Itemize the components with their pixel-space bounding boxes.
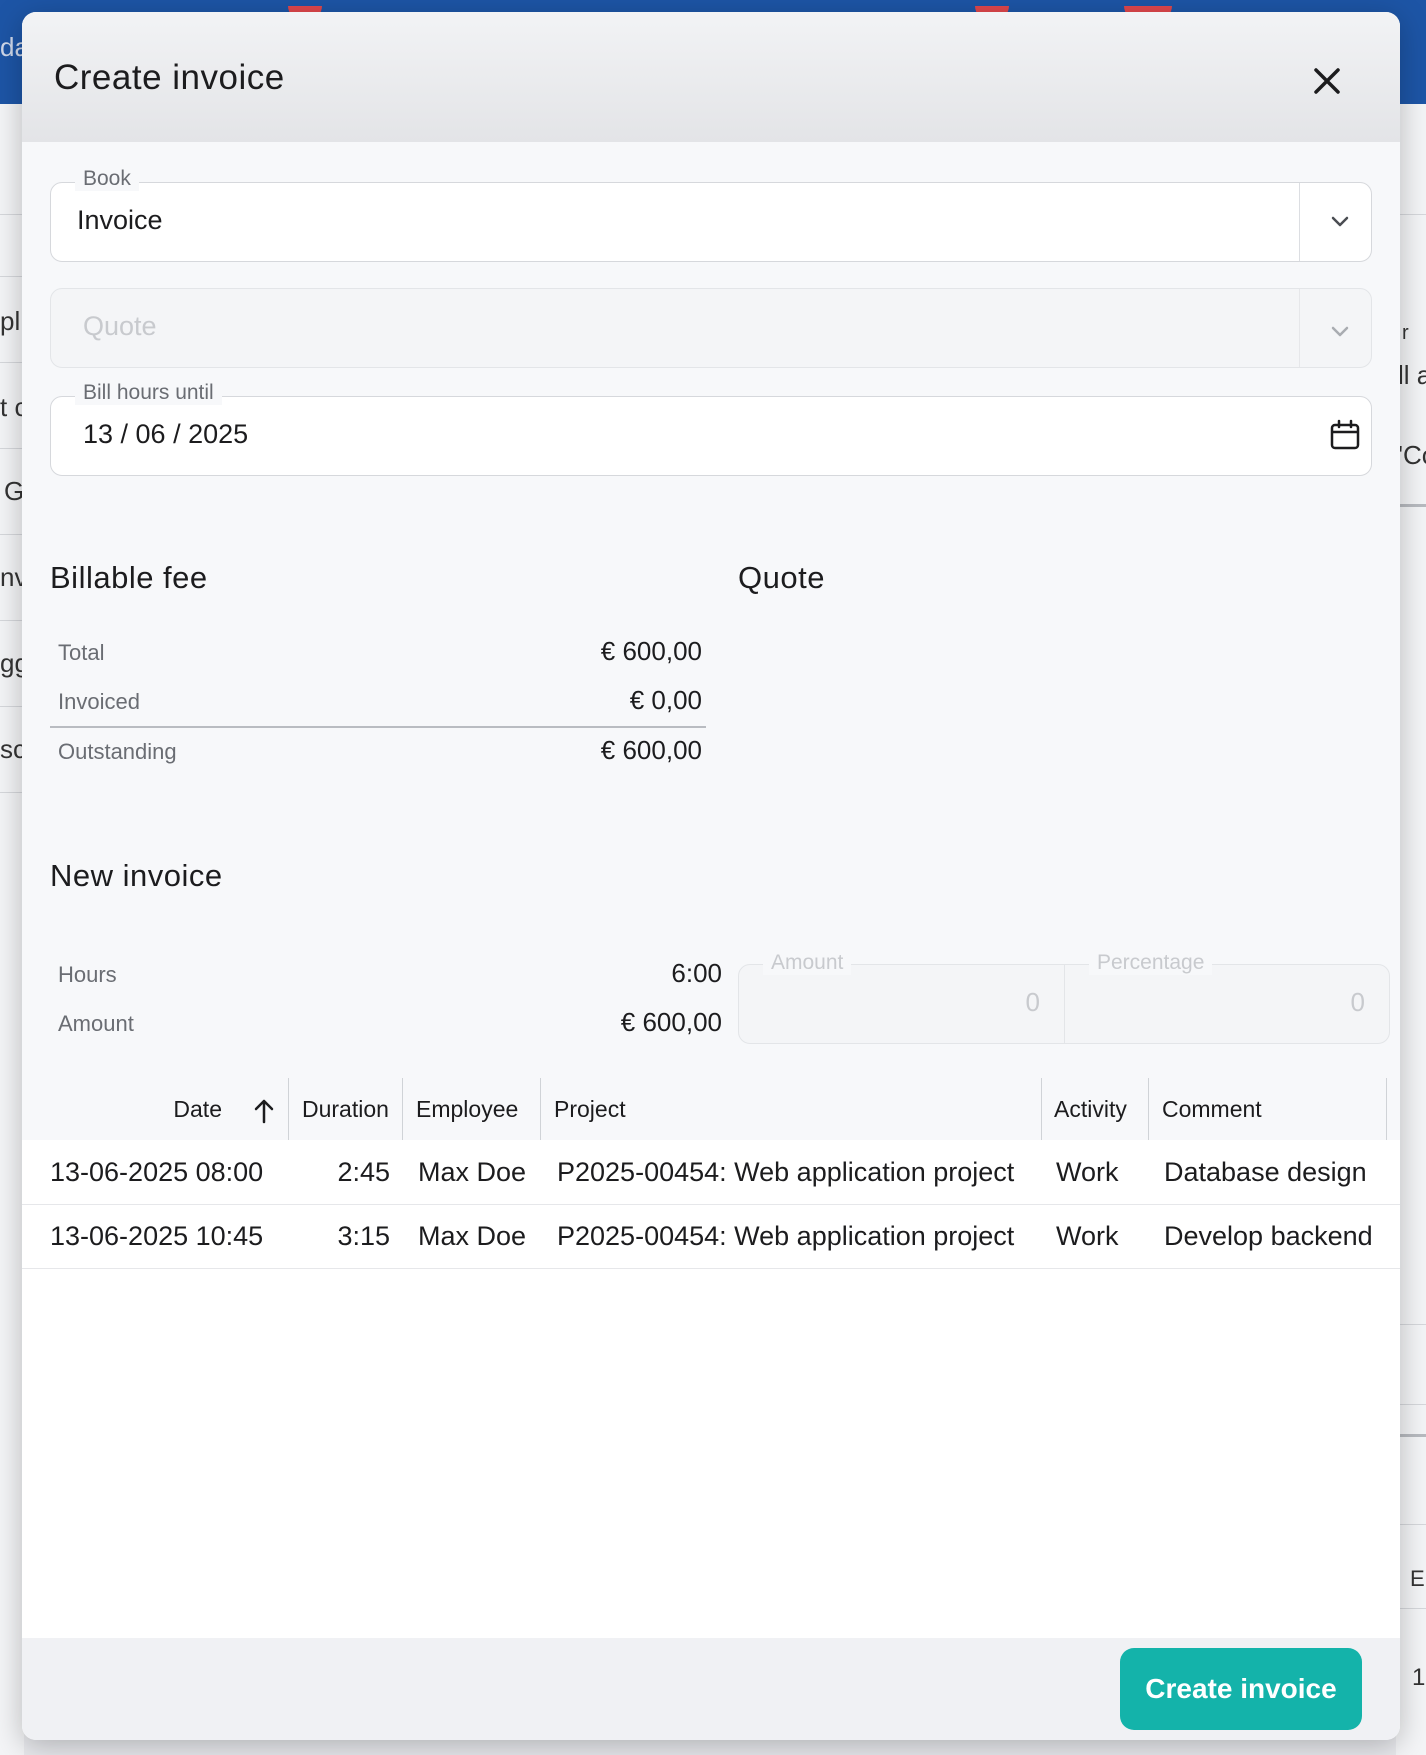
background-text: t c [0, 392, 22, 422]
background-text: r [1402, 322, 1409, 344]
amount-input[interactable]: Amount 0 [738, 951, 1065, 1044]
new-invoice-title: New invoice [50, 858, 223, 893]
table-header: Date Duration Employee Project Activity … [22, 1078, 1400, 1141]
background-left-panel: pl t c G nv gg sc [0, 104, 24, 1755]
cell-comment: Develop backend [1164, 1221, 1373, 1251]
percentage-input-label: Percentage [1089, 951, 1213, 975]
arrow-up-icon[interactable] [251, 1096, 277, 1126]
cell-project: P2025-00454: Web application project [557, 1157, 1015, 1187]
cell-duration: 2:45 [337, 1157, 390, 1187]
cell-date: 13-06-2025 10:45 [50, 1221, 264, 1251]
background-text: 'Co [1398, 440, 1426, 470]
divider [50, 726, 706, 728]
bill-hours-until-value: 13 / 06 / 2025 [83, 419, 249, 449]
table-body: 13-06-2025 08:00 2:45 Max Doe P2025-0045… [22, 1140, 1400, 1638]
background-text: da [0, 32, 22, 62]
column-header-activity[interactable]: Activity [1054, 1078, 1127, 1140]
dialog-title: Create invoice [54, 58, 285, 97]
quote-select[interactable]: Quote [50, 288, 1372, 368]
quote-placeholder: Quote [83, 311, 157, 341]
book-select[interactable]: Book Invoice [50, 167, 1372, 262]
create-invoice-dialog: Create invoice Book Invoice Quote Bill h… [22, 12, 1400, 1740]
bill-hours-until-label: Bill hours until [75, 381, 222, 405]
background-text: sc [0, 734, 22, 764]
amount-input-label: Amount [763, 951, 852, 975]
cell-date: 13-06-2025 08:00 [50, 1157, 264, 1187]
cell-employee: Max Doe [418, 1221, 527, 1251]
outstanding-label: Outstanding [58, 739, 177, 764]
dialog-header: Create invoice [22, 12, 1400, 142]
invoiced-label: Invoiced [58, 689, 140, 714]
calendar-icon[interactable] [1327, 417, 1363, 453]
invoiced-value: € 0,00 [629, 685, 702, 715]
background-text: nv [0, 562, 22, 592]
quote-section-title: Quote [738, 560, 825, 595]
close-icon [1314, 68, 1340, 94]
cell-activity: Work [1056, 1221, 1119, 1251]
cell-project: P2025-00454: Web application project [557, 1221, 1015, 1251]
percentage-input[interactable]: Percentage 0 [1064, 951, 1390, 1044]
column-header-comment[interactable]: Comment [1162, 1078, 1262, 1140]
table-row[interactable]: 13-06-2025 10:45 3:15 Max Doe P2025-0045… [22, 1204, 1400, 1269]
cell-comment: Database design [1164, 1157, 1367, 1187]
book-value: Invoice [77, 205, 163, 235]
cell-duration: 3:15 [337, 1221, 390, 1251]
background-text: ll a [1398, 360, 1426, 390]
background-text: 1 [1412, 1664, 1426, 1691]
background-right-panel: r ll a 'Co E 1 [1396, 104, 1426, 1755]
outstanding-value: € 600,00 [600, 735, 702, 765]
bill-hours-until-field[interactable]: Bill hours until 13 / 06 / 2025 [50, 381, 1372, 476]
column-header-employee[interactable]: Employee [416, 1078, 518, 1140]
amount-value: € 600,00 [620, 1007, 722, 1037]
chevron-down-icon [1331, 216, 1349, 227]
hours-label: Hours [58, 962, 117, 987]
create-invoice-button[interactable]: Create invoice [1120, 1648, 1362, 1730]
percentage-input-value: 0 [1350, 987, 1365, 1017]
background-text: pl [0, 306, 21, 336]
table-row[interactable]: 13-06-2025 08:00 2:45 Max Doe P2025-0045… [22, 1140, 1400, 1205]
cell-employee: Max Doe [418, 1157, 527, 1187]
chevron-down-icon [1331, 326, 1349, 337]
amount-label: Amount [58, 1011, 134, 1036]
background-text: gg [0, 648, 22, 678]
background-text: E [1410, 1566, 1425, 1591]
column-header-date[interactable]: Date [22, 1078, 284, 1140]
billable-fee-title: Billable fee [50, 560, 208, 595]
background-text: G [4, 476, 24, 506]
column-header-duration[interactable]: Duration [302, 1078, 389, 1140]
column-header-project[interactable]: Project [554, 1078, 626, 1140]
cell-activity: Work [1056, 1157, 1119, 1187]
amount-input-value: 0 [1025, 987, 1040, 1017]
book-label: Book [75, 167, 139, 191]
total-label: Total [58, 640, 105, 665]
hours-value: 6:00 [671, 958, 722, 988]
close-button[interactable] [1302, 56, 1352, 106]
total-value: € 600,00 [600, 636, 702, 666]
